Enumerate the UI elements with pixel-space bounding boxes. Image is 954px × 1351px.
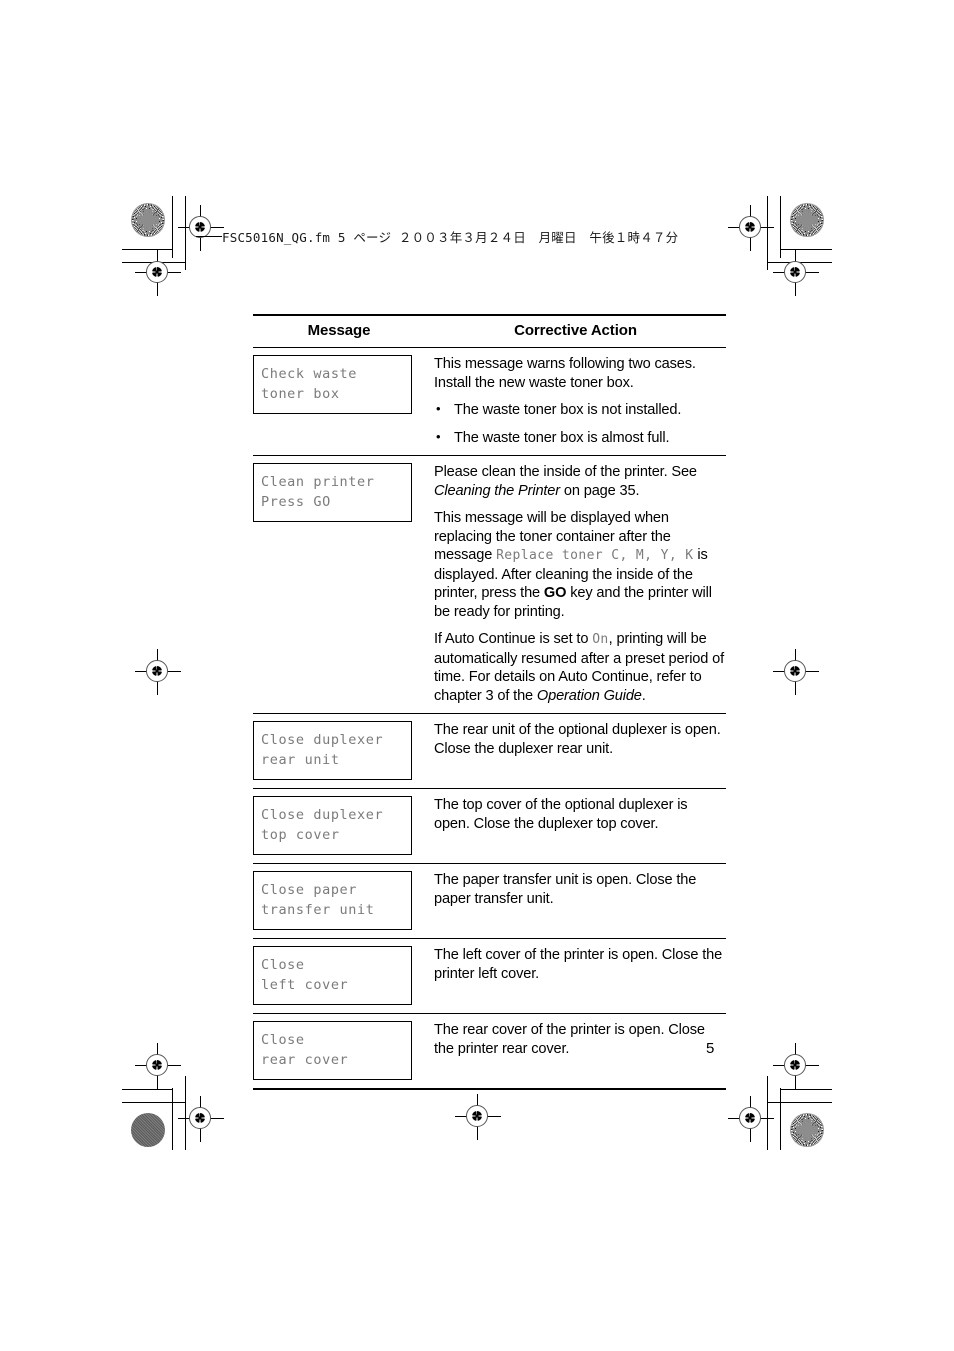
column-header-message-cell: Message	[253, 322, 425, 340]
message-cell: Close paper transfer unit	[253, 871, 425, 930]
book-title-reference: Operation Guide	[536, 687, 642, 704]
lcd-message-box: Check waste toner box	[253, 355, 412, 414]
corrective-action-cell: The paper transfer unit is open. Close t…	[425, 871, 726, 908]
book-title-reference: Cleaning the Printer	[434, 482, 560, 499]
message-cell: Check waste toner box	[253, 355, 425, 414]
message-cell: Close duplexer top cover	[253, 796, 425, 855]
action-paragraph: This message warns following two cases. …	[434, 356, 696, 391]
lcd-message-box: Clean printer Press GO	[253, 463, 412, 522]
table-row: Clean printer Press GO Please clean the …	[253, 456, 726, 713]
table-row: Close paper transfer unit The paper tran…	[253, 864, 726, 938]
list-item: The waste toner box is not installed.	[434, 400, 726, 420]
action-paragraph: Please clean the inside of the printer. …	[434, 463, 726, 500]
message-cell: Close left cover	[253, 946, 425, 1005]
action-bullet-list: The waste toner box is not installed. Th…	[434, 400, 726, 448]
lcd-message-box: Close left cover	[253, 946, 412, 1005]
list-item: The waste toner box is almost full.	[434, 428, 726, 448]
table-row: Close duplexer rear unit The rear unit o…	[253, 714, 726, 788]
corrective-action-cell: This message warns following two cases. …	[425, 355, 726, 447]
action-paragraph: The rear cover of the printer is open. C…	[434, 1022, 705, 1057]
message-table: Message Corrective Action Check waste to…	[253, 314, 726, 1090]
action-paragraph: This message will be displayed when repl…	[434, 509, 726, 621]
text-run: If Auto Continue is set to	[434, 631, 593, 647]
table-row: Close rear cover The rear cover of the p…	[253, 1014, 726, 1088]
inline-lcd-message: Replace toner C, M, Y, K	[496, 548, 694, 563]
manual-page: Message Corrective Action Check waste to…	[0, 0, 954, 1351]
action-paragraph: If Auto Continue is set to On, printing …	[434, 630, 726, 705]
action-paragraph: The top cover of the optional duplexer i…	[434, 797, 688, 832]
table-row: Close duplexer top cover The top cover o…	[253, 789, 726, 863]
text-run: Please clean the inside of the printer. …	[434, 464, 697, 480]
table-bottom-rule	[253, 1088, 726, 1090]
table-row: Check waste toner box This message warns…	[253, 348, 726, 455]
table-row: Close left cover The left cover of the p…	[253, 939, 726, 1013]
action-paragraph: The rear unit of the optional duplexer i…	[434, 722, 721, 757]
corrective-action-cell: Please clean the inside of the printer. …	[425, 463, 726, 705]
column-header-action-cell: Corrective Action	[425, 322, 726, 340]
page-number: 5	[706, 1040, 715, 1057]
inline-setting-value: On	[592, 632, 609, 647]
text-run: on page 35.	[560, 482, 640, 499]
lcd-message-box: Close duplexer rear unit	[253, 721, 412, 780]
corrective-action-cell: The rear unit of the optional duplexer i…	[425, 721, 726, 758]
action-paragraph: The paper transfer unit is open. Close t…	[434, 872, 697, 907]
column-header-action: Corrective Action	[514, 322, 637, 339]
corrective-action-cell: The rear cover of the printer is open. C…	[425, 1021, 726, 1058]
corrective-action-cell: The top cover of the optional duplexer i…	[425, 796, 726, 833]
lcd-message-box: Close rear cover	[253, 1021, 412, 1080]
go-key-label: GO	[543, 585, 567, 601]
text-run: .	[641, 687, 646, 704]
corrective-action-cell: The left cover of the printer is open. C…	[425, 946, 726, 983]
lcd-message-box: Close paper transfer unit	[253, 871, 412, 930]
table-header-row: Message Corrective Action	[253, 316, 726, 347]
message-cell: Clean printer Press GO	[253, 463, 425, 522]
action-paragraph: The left cover of the printer is open. C…	[434, 947, 723, 982]
lcd-message-box: Close duplexer top cover	[253, 796, 412, 855]
message-cell: Close rear cover	[253, 1021, 425, 1080]
message-cell: Close duplexer rear unit	[253, 721, 425, 780]
column-header-message: Message	[307, 322, 371, 339]
